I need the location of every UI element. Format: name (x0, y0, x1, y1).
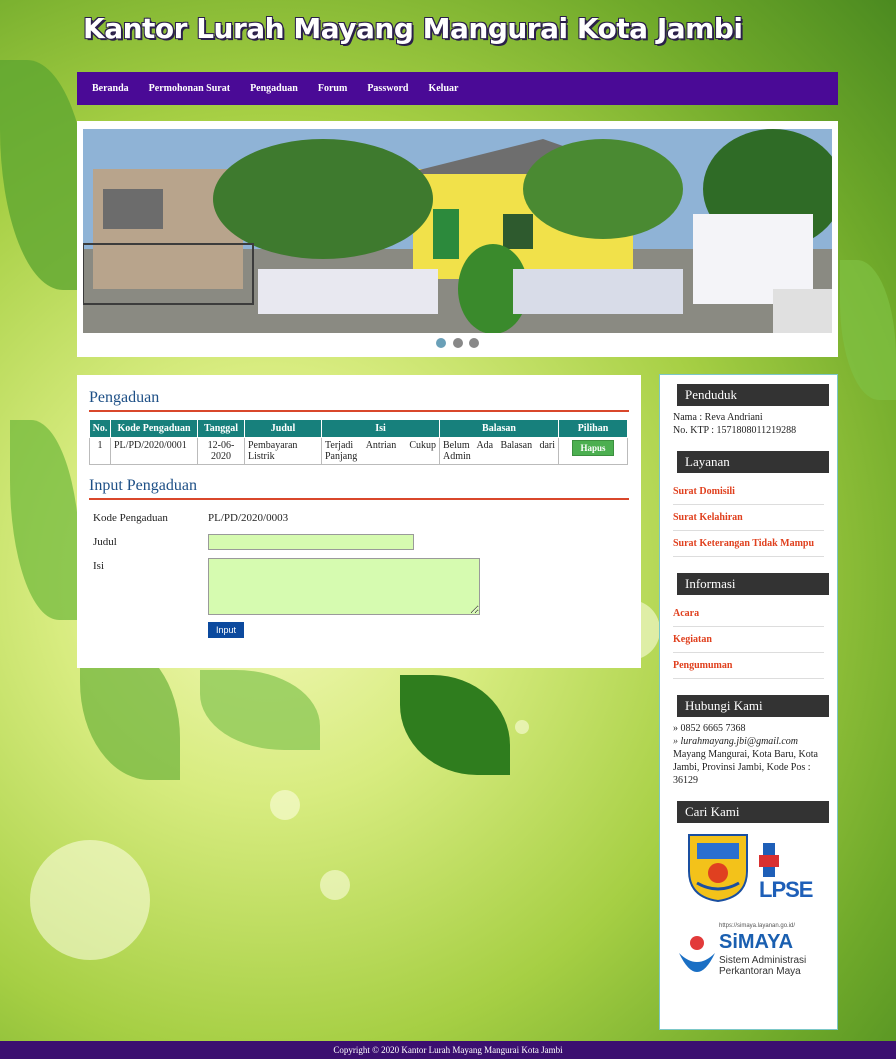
col-isi: Isi (321, 419, 440, 438)
sidebar: Penduduk Nama : Reva Andriani No. KTP : … (659, 374, 838, 1030)
main-navbar: Beranda Permohonan Surat Pengaduan Forum… (77, 72, 838, 105)
cell-no: 1 (89, 437, 111, 465)
penduduk-info: Nama : Reva Andriani No. KTP : 157180801… (673, 411, 824, 437)
cari-heading: Cari Kami (677, 801, 829, 823)
cell-balasan: Belum Ada Balasan dari Admin (439, 437, 559, 465)
cell-tanggal: 12-06-2020 (197, 437, 245, 465)
slider-dots (77, 338, 838, 351)
form-row-judul: Judul (89, 534, 629, 554)
informasi-list: Acara Kegiatan Pengumuman (673, 601, 824, 679)
isi-label: Isi (93, 560, 104, 572)
simaya-icon (679, 936, 715, 972)
simaya-logo[interactable]: https://simaya.layanan.go.id/ SiMAYA Sis… (673, 923, 824, 995)
cell-kode: PL/PD/2020/0001 (110, 437, 198, 465)
main-content-panel: Pengaduan No. Kode Pengaduan Tanggal Jud… (77, 375, 641, 668)
form-row-submit: Input (89, 622, 629, 642)
hubungi-address: Mayang Mangurai, Kota Baru, Kota Jambi, … (673, 749, 818, 786)
office-photo (83, 129, 832, 333)
judul-input[interactable] (208, 534, 414, 550)
col-no: No. (89, 419, 111, 438)
cell-pilihan: Hapus (558, 437, 628, 465)
hubungi-email: » lurahmayang.jbi@gmail.com (673, 736, 799, 747)
penduduk-heading: Penduduk (677, 384, 829, 406)
hapus-button[interactable]: Hapus (572, 440, 614, 456)
nav-permohonan-surat[interactable]: Permohonan Surat (149, 83, 230, 94)
table-row: 1 PL/PD/2020/0001 12-06-2020 Pembayaran … (89, 437, 628, 465)
nav-password[interactable]: Password (367, 83, 408, 94)
form-row-isi: Isi (89, 558, 629, 622)
link-kegiatan[interactable]: Kegiatan (673, 627, 824, 653)
lpse-text: LPSE (759, 877, 813, 902)
penduduk-nama: Nama : Reva Andriani (673, 412, 763, 423)
hubungi-info: » 0852 6665 7368 » lurahmayang.jbi@gmail… (673, 722, 824, 787)
simaya-title: SiMAYA (719, 931, 794, 953)
pengaduan-table: No. Kode Pengaduan Tanggal Judul Isi Bal… (89, 419, 628, 465)
kode-value: PL/PD/2020/0003 (208, 512, 289, 524)
lpse-icon (759, 843, 779, 877)
penduduk-ktp: No. KTP : 1571808011219288 (673, 425, 797, 436)
nav-forum[interactable]: Forum (318, 83, 347, 94)
link-acara[interactable]: Acara (673, 601, 824, 627)
slider-dot[interactable] (452, 338, 463, 348)
judul-label: Judul (93, 536, 117, 548)
cell-isi: Terjadi Antrian Cukup Panjang (321, 437, 440, 465)
informasi-heading: Informasi (677, 573, 829, 595)
slider-dot[interactable] (469, 338, 480, 348)
hubungi-heading: Hubungi Kami (677, 695, 829, 717)
site-title: Kantor Lurah Mayang Mangurai Kota Jambi (83, 12, 743, 45)
link-pengumuman[interactable]: Pengumuman (673, 653, 824, 679)
slider-dot[interactable] (435, 338, 446, 348)
form-row-kode: Kode Pengaduan PL/PD/2020/0003 (89, 510, 629, 530)
table-header-row: No. Kode Pengaduan Tanggal Judul Isi Bal… (89, 419, 628, 438)
input-submit-button[interactable]: Input (208, 622, 245, 638)
nav-keluar[interactable]: Keluar (428, 83, 458, 94)
pengaduan-heading: Pengaduan (89, 389, 160, 406)
link-surat-tidak-mampu[interactable]: Surat Keterangan Tidak Mampu (673, 531, 824, 557)
col-tanggal: Tanggal (197, 419, 245, 438)
input-pengaduan-heading: Input Pengaduan (89, 477, 197, 494)
section-divider (89, 498, 629, 500)
jambi-emblem-icon[interactable] (683, 831, 753, 903)
col-kode: Kode Pengaduan (110, 419, 198, 438)
link-surat-domisili[interactable]: Surat Domisili (673, 479, 824, 505)
layanan-heading: Layanan (677, 451, 829, 473)
cell-judul: Pembayaran Listrik (244, 437, 322, 465)
link-surat-kelahiran[interactable]: Surat Kelahiran (673, 505, 824, 531)
nav-beranda[interactable]: Beranda (92, 83, 129, 94)
nav-pengaduan[interactable]: Pengaduan (250, 83, 298, 94)
image-slider (77, 121, 838, 357)
slider-photo (83, 129, 832, 333)
simaya-url: https://simaya.layanan.go.id/ (719, 923, 796, 929)
cari-logos: LPSE (673, 831, 824, 911)
layanan-list: Surat Domisili Surat Kelahiran Surat Ket… (673, 479, 824, 557)
lpse-logo[interactable]: LPSE (759, 843, 824, 903)
section-divider (89, 410, 629, 412)
footer: Copyright © 2020 Kantor Lurah Mayang Man… (0, 1041, 896, 1059)
col-pilihan: Pilihan (558, 419, 628, 438)
isi-textarea[interactable] (208, 558, 480, 615)
kode-label: Kode Pengaduan (93, 512, 168, 524)
col-balasan: Balasan (439, 419, 559, 438)
simaya-subtitle: Sistem Administrasi Perkantoran Maya (719, 955, 807, 977)
col-judul: Judul (244, 419, 322, 438)
hubungi-phone: » 0852 6665 7368 (673, 723, 746, 734)
